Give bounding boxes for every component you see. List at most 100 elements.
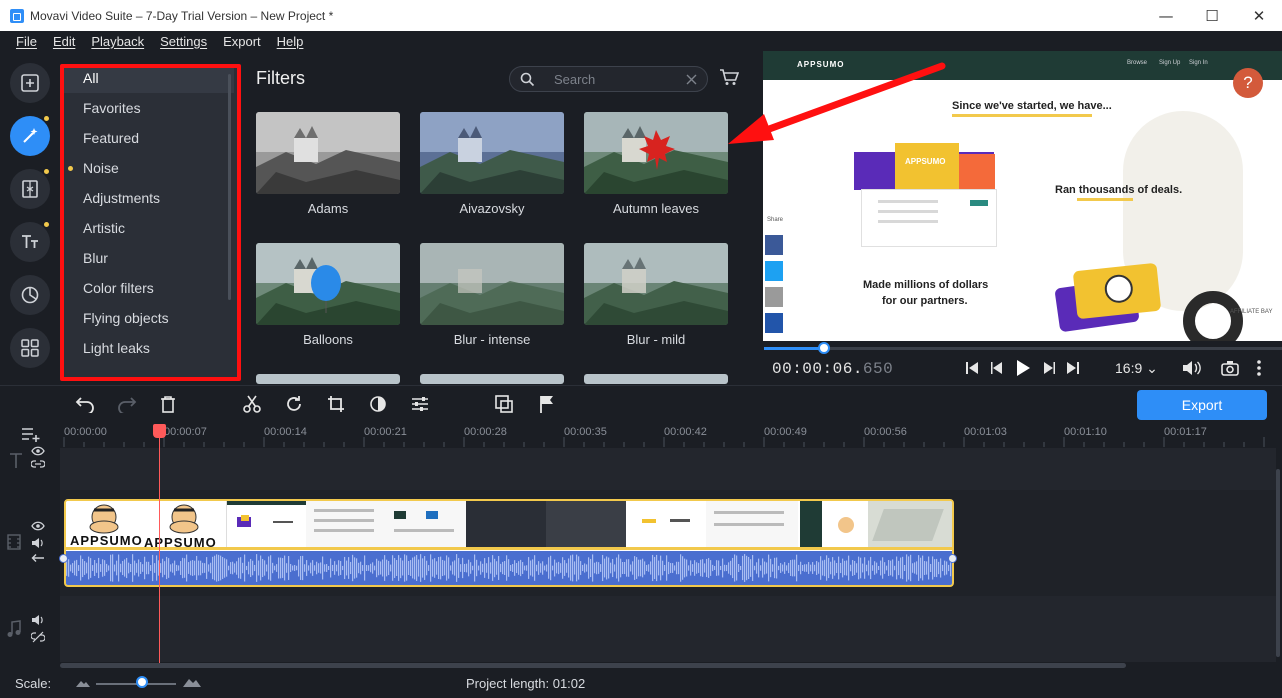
category-adjustments[interactable]: Adjustments [62, 183, 234, 213]
filter-thumb-balloons[interactable] [256, 243, 400, 325]
maximize-button[interactable]: ☐ [1189, 0, 1235, 31]
titles-new-dot [44, 222, 49, 227]
zoom-out-mountain-icon[interactable] [76, 679, 90, 687]
seek-bar[interactable] [764, 347, 1282, 350]
tick-label: 00:00:00 [64, 426, 107, 438]
titles-button[interactable] [10, 222, 50, 262]
timeline-horizontal-scrollbar[interactable] [60, 663, 1126, 668]
marker-flag-icon[interactable] [539, 395, 555, 413]
redo-icon[interactable] [117, 395, 137, 413]
previous-frame-icon[interactable] [990, 361, 1004, 375]
title-link-icon[interactable] [31, 459, 45, 469]
title-visibility-eye-icon[interactable] [31, 446, 45, 456]
close-button[interactable]: ✕ [1236, 0, 1282, 31]
filter-label-aivazovsky: Aivazovsky [459, 201, 525, 216]
clip-fade-in-handle[interactable] [59, 554, 68, 563]
category-scrollbar[interactable] [228, 74, 231, 300]
delete-trash-icon[interactable] [160, 395, 176, 413]
clip-properties-icon[interactable] [411, 395, 429, 413]
filter-thumb-blur-mild[interactable] [584, 243, 728, 325]
menu-playback[interactable]: Playback [91, 34, 144, 49]
aspect-ratio-select[interactable]: 16:9 ⌄ [1115, 360, 1158, 377]
category-color-filters[interactable]: Color filters [62, 273, 234, 303]
category-favorites[interactable]: Favorites [62, 93, 234, 123]
import-button[interactable] [10, 63, 50, 103]
video-volume-icon[interactable] [31, 537, 45, 549]
clip-fade-out-handle[interactable] [948, 554, 957, 563]
play-icon[interactable] [1015, 359, 1031, 377]
skip-to-end-icon[interactable] [1066, 361, 1080, 375]
seek-handle[interactable] [818, 342, 830, 354]
scale-slider-handle[interactable] [136, 676, 148, 688]
stickers-button[interactable] [10, 275, 50, 315]
category-all[interactable]: All [62, 66, 234, 93]
rotate-icon[interactable] [285, 395, 303, 413]
skip-to-start-icon[interactable] [965, 361, 979, 375]
zoom-in-mountain-icon[interactable] [183, 677, 201, 687]
transitions-button[interactable] [10, 169, 50, 209]
filters-title: Filters [256, 68, 305, 88]
clip-frame-site-4 [626, 501, 706, 547]
video-visibility-eye-icon[interactable] [31, 521, 45, 531]
volume-icon[interactable] [1182, 359, 1202, 377]
music-volume-icon[interactable] [31, 614, 45, 626]
title-track[interactable] [60, 448, 1276, 490]
filter-thumb-blur-intense[interactable] [420, 243, 564, 325]
tick-label: 00:00:07 [164, 426, 207, 438]
waveform [66, 554, 952, 582]
preview-headline: Since we've started, we have... [952, 100, 1112, 112]
category-light-leaks[interactable]: Light leaks [62, 333, 234, 363]
next-frame-icon[interactable] [1042, 361, 1056, 375]
filters-tool-button[interactable] [10, 116, 50, 156]
undo-icon[interactable] [75, 395, 95, 413]
filter-thumb-row3-3[interactable] [584, 374, 728, 384]
filter-thumb-row3-1[interactable] [256, 374, 400, 384]
video-clip[interactable]: APPSUMO APPSUMO [64, 499, 954, 587]
crop-icon[interactable] [327, 395, 345, 413]
music-track[interactable] [60, 596, 1276, 662]
video-link-arrow-icon[interactable] [31, 553, 45, 563]
clear-search-icon[interactable] [686, 74, 697, 85]
clip-frame-site-3 [386, 501, 466, 547]
red-annotation-arrow [728, 62, 946, 144]
minimize-button[interactable]: — [1143, 0, 1189, 31]
filter-thumb-autumn-leaves[interactable] [584, 112, 728, 194]
filter-thumb-aivazovsky[interactable] [420, 112, 564, 194]
category-blur[interactable]: Blur [62, 243, 234, 273]
grid-icon [21, 339, 39, 357]
blur-mild-preview [584, 243, 728, 325]
current-time: 00:00:06.650 [772, 360, 894, 378]
preview-more-share-icon [765, 313, 783, 333]
tick-label: 00:01:17 [1164, 426, 1207, 438]
timeline-ruler[interactable]: 00:00:00 00:00:07 00:00:14 00:00:21 00:0… [0, 423, 1282, 448]
split-scissors-icon[interactable] [243, 395, 261, 413]
menu-settings[interactable]: Settings [160, 34, 207, 49]
music-unlink-icon[interactable] [31, 631, 45, 643]
category-noise[interactable]: Noise [62, 153, 234, 183]
aivazovsky-preview [420, 112, 564, 194]
menu-edit[interactable]: Edit [53, 34, 75, 49]
filters-new-dot [44, 116, 49, 121]
filter-thumb-adams[interactable] [256, 112, 400, 194]
playhead-handle[interactable] [153, 424, 166, 438]
category-featured[interactable]: Featured [62, 123, 234, 153]
add-track-icon[interactable] [21, 426, 41, 442]
more-tools-button[interactable] [10, 328, 50, 368]
filter-label-autumn-leaves: Autumn leaves [613, 201, 699, 216]
more-options-icon[interactable] [1256, 359, 1262, 377]
filter-thumb-row3-2[interactable] [420, 374, 564, 384]
menu-export[interactable]: Export [223, 34, 261, 49]
export-button[interactable]: Export [1137, 390, 1267, 420]
timeline-vertical-scrollbar[interactable] [1276, 469, 1280, 657]
seek-progress [764, 347, 824, 350]
overlay-icon[interactable] [495, 395, 513, 413]
filter-label-balloons: Balloons [303, 332, 353, 347]
category-artistic[interactable]: Artistic [62, 213, 234, 243]
search-input[interactable] [554, 70, 684, 88]
menu-help[interactable]: Help [277, 34, 304, 49]
preview-stat-dollars-line2: for our partners. [882, 295, 968, 307]
category-flying-objects[interactable]: Flying objects [62, 303, 234, 333]
menu-file[interactable]: File [16, 34, 37, 49]
snapshot-camera-icon[interactable] [1221, 360, 1239, 376]
color-adjust-icon[interactable] [369, 395, 387, 413]
